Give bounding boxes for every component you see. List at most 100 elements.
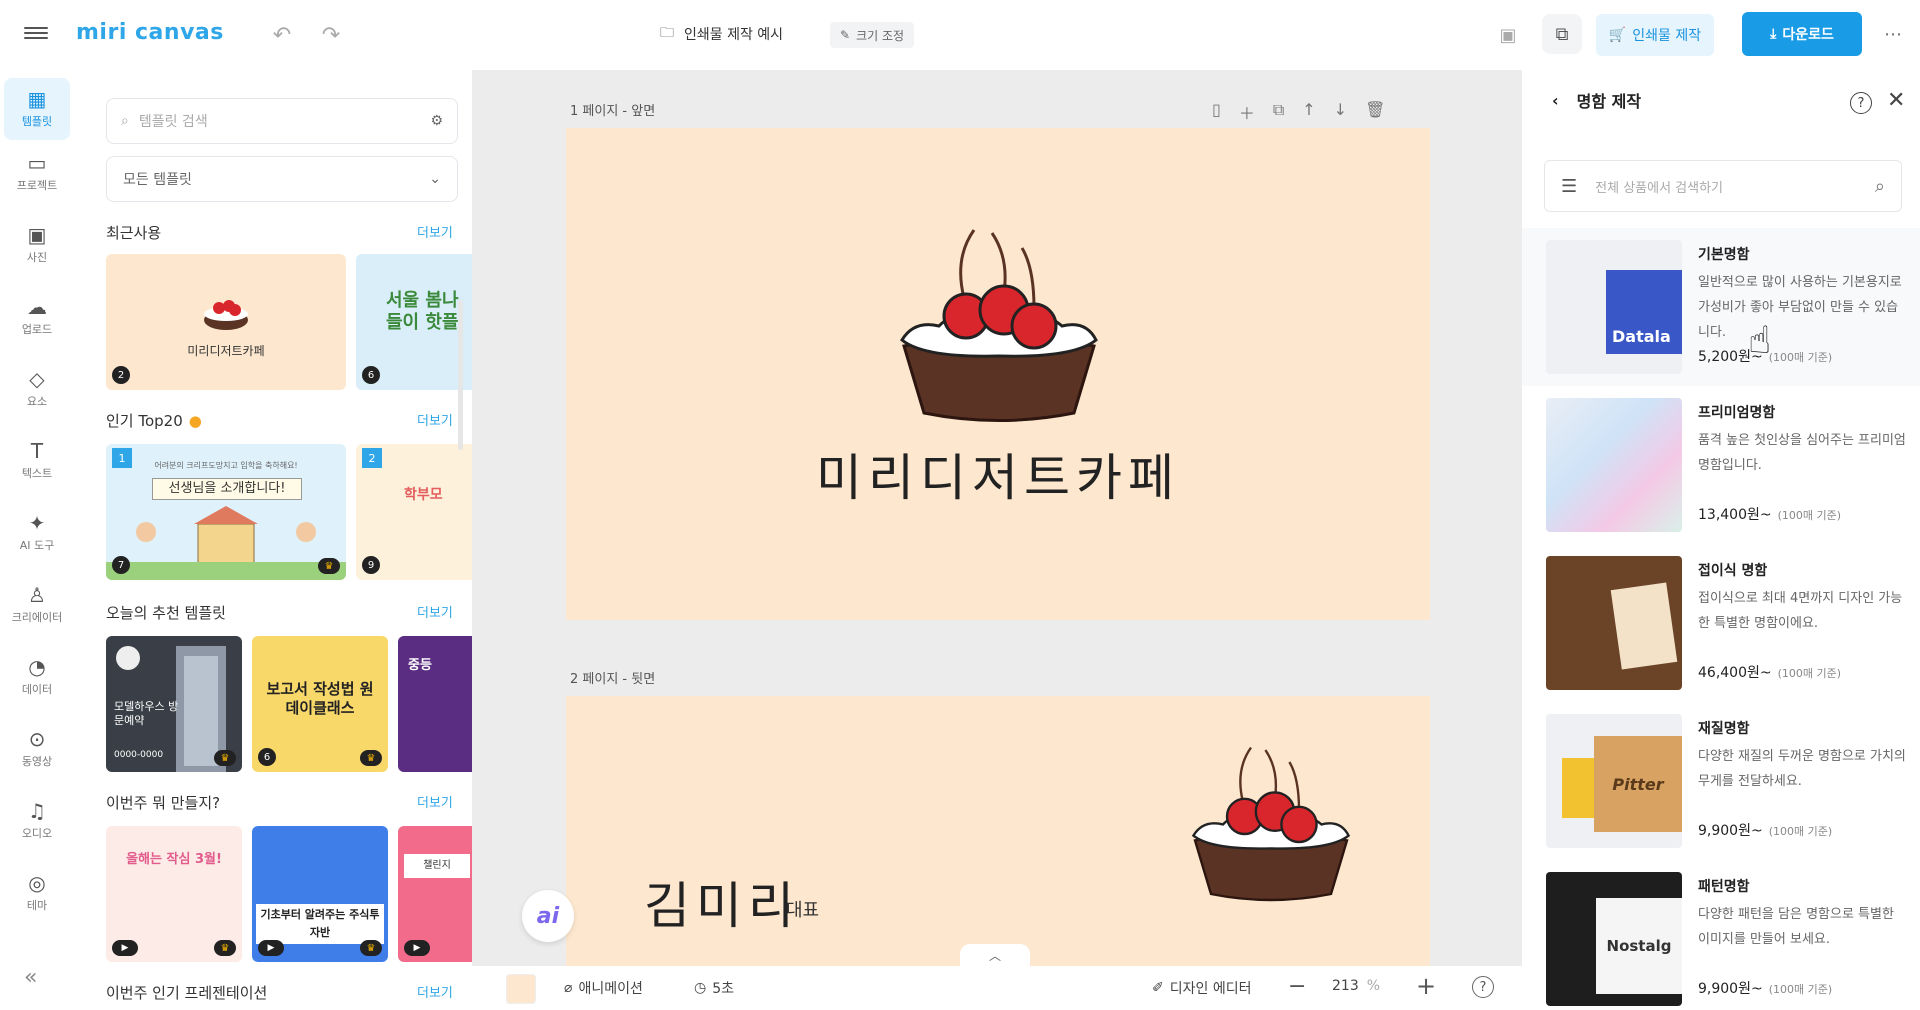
template-card[interactable]: 올해는 작심 3월! ▶ ♛ (106, 826, 242, 962)
product-name: 프리미엄명함 (1698, 405, 1776, 421)
duration-button[interactable]: ◷ 5초 (694, 978, 734, 998)
rail-item-photos[interactable]: ▣ 사진 (4, 214, 70, 276)
more-link[interactable]: 더보기 (417, 982, 453, 1001)
collapse-panel-icon[interactable]: « (24, 965, 37, 990)
redo-icon[interactable]: ↷ (317, 22, 345, 48)
product-search-input[interactable]: ☰ 전체 상품에서 검색하기 ⌕ (1544, 160, 1902, 212)
template-card[interactable]: 서울 봄나들이 핫플 6 (356, 254, 472, 390)
app-logo[interactable]: miri canvas (76, 20, 224, 45)
list-icon[interactable]: ☰ (1561, 176, 1577, 197)
page-label: 1 페이지 - 앞면 (570, 104, 656, 119)
chevron-up-icon[interactable]: ︿ (960, 944, 1030, 966)
more-icon[interactable]: ⋯ (1880, 22, 1906, 46)
download-label: 다운로드 (1782, 27, 1834, 43)
arrow-up-icon[interactable]: ↑ (1302, 100, 1315, 124)
rail-item-text[interactable]: T 텍스트 (4, 430, 70, 492)
sparkle-icon: ✦ (28, 511, 46, 535)
rail-item-projects[interactable]: ▭ 프로젝트 (4, 142, 70, 204)
product-item[interactable]: Datala 기본명함 일반적으로 많이 사용하는 기본용지로 가성비가 좋아 … (1522, 228, 1920, 386)
more-link[interactable]: 더보기 (417, 602, 453, 621)
rail-item-upload[interactable]: ☁ 업로드 (4, 286, 70, 348)
help-icon[interactable]: ? (1472, 976, 1494, 998)
rail-item-templates[interactable]: ▦ 템플릿 (4, 78, 70, 140)
price-value: 13,400원~ (1698, 507, 1772, 523)
share-button[interactable]: ⧉ (1542, 14, 1582, 54)
cake-thumbnail (204, 300, 248, 330)
design-editor-button[interactable]: ✐ 디자인 에디터 (1152, 978, 1251, 998)
page-front[interactable]: 미리디저트카페 (566, 128, 1430, 620)
template-filter-select[interactable]: 모든 템플릿 ⌄ (106, 156, 458, 202)
product-item[interactable]: Pitter 재질명함 다양한 재질의 두꺼운 명함으로 가치의 무게를 전달하… (1522, 702, 1920, 860)
zoom-input[interactable]: 213 % (1332, 978, 1380, 994)
undo-icon[interactable]: ↶ (268, 22, 296, 48)
download-button[interactable]: ⤓ 다운로드 (1742, 12, 1862, 56)
template-card[interactable]: 2 학부모 9 (356, 444, 472, 580)
more-link[interactable]: 더보기 (417, 222, 453, 241)
zoom-in-button[interactable]: + (1416, 972, 1436, 1000)
rail-item-ai-tools[interactable]: ✦ AI 도구 (4, 502, 70, 564)
rail-item-creator[interactable]: ♙ 크리에이터 (4, 574, 70, 636)
product-item[interactable]: Nostalg 패턴명함 다양한 패턴을 담은 명함으로 특별한 이미지를 만들… (1522, 860, 1920, 1010)
template-card[interactable]: 챌린지 ▶ (398, 826, 472, 962)
name-text[interactable]: 김미리 (644, 866, 800, 938)
rail-label: 테마 (26, 899, 48, 912)
page-toolbar: ▯ ＋ ⧉ ↑ ↓ 🗑 (1212, 100, 1385, 124)
background-color-swatch[interactable] (506, 974, 536, 1004)
template-card[interactable]: 중등 (398, 636, 472, 772)
bottom-bar: ⌀ 애니메이션 ◷ 5초 ✐ 디자인 에디터 − 213 % + ? (472, 966, 1522, 1010)
animation-button[interactable]: ⌀ 애니메이션 (564, 978, 643, 998)
chart-icon: ◔ (28, 655, 46, 679)
zoom-out-button[interactable]: − (1288, 974, 1306, 999)
product-item[interactable]: 프리미엄명함 품격 높은 첫인상을 심어주는 프리미엄 명함입니다. 13,40… (1522, 386, 1920, 544)
filter-icon[interactable]: ⚙ (430, 113, 443, 129)
template-card[interactable]: 모델하우스 방문예약 0000-0000 ♛ (106, 636, 242, 772)
product-name: 패턴명함 (1698, 879, 1750, 895)
product-price: 46,400원~ (100매 기준) (1698, 662, 1841, 682)
rail-label: AI 도구 (19, 539, 55, 552)
menu-icon[interactable] (24, 24, 48, 44)
save-icon[interactable]: ▣ (1495, 22, 1521, 48)
template-card[interactable]: 보고서 작성법 원데이클래스 6 ♛ (252, 636, 388, 772)
card-small-text: 0000-0000 (114, 750, 164, 760)
duplicate-icon[interactable]: ⧉ (1273, 100, 1284, 124)
template-card[interactable]: 1 어려분의 크리프도망지고 입학을 축하해요! 선생님을 소개합니다! 7 ♛ (106, 444, 346, 580)
ai-assistant-button[interactable]: ai (522, 890, 574, 942)
back-icon[interactable]: ‹ (1552, 91, 1559, 110)
badge-count: 6 (362, 366, 380, 384)
animation-icon: ⌀ (564, 980, 573, 996)
resize-button[interactable]: ✎ 크기 조정 (830, 22, 915, 48)
template-card[interactable]: 기초부터 알려주는 주식투자반 ▶ ♛ (252, 826, 388, 962)
print-order-button[interactable]: 🛒 인쇄물 제작 (1596, 14, 1714, 56)
product-item[interactable]: 접이식 명함 접이식으로 최대 4면까지 디자인 가능한 특별한 명함이에요. … (1522, 544, 1920, 702)
page-title-text[interactable]: 미리디저트카페 (566, 438, 1430, 510)
product-name: 기본명함 (1698, 247, 1750, 263)
rail-item-audio[interactable]: ♫ 오디오 (4, 790, 70, 852)
rail-item-video[interactable]: ⊙ 동영상 (4, 718, 70, 780)
document-title[interactable]: 🗀 인쇄물 제작 예시 (660, 22, 783, 46)
rail-item-data[interactable]: ◔ 데이터 (4, 646, 70, 708)
rail-item-theme[interactable]: ◎ 테마 (4, 862, 70, 924)
add-page-icon[interactable]: ▯ (1212, 100, 1221, 124)
help-icon[interactable]: ? (1850, 92, 1872, 114)
rail-item-elements[interactable]: ◇ 요소 (4, 358, 70, 420)
more-link[interactable]: 더보기 (417, 410, 453, 429)
more-link[interactable]: 더보기 (417, 792, 453, 811)
close-icon[interactable]: ✕ (1887, 88, 1905, 113)
product-image (1546, 398, 1682, 532)
trash-icon[interactable]: 🗑 (1365, 100, 1385, 124)
panel-scrollbar[interactable] (458, 300, 463, 450)
rail-label: 동영상 (21, 755, 53, 768)
price-note: (100매 기준) (1777, 667, 1842, 680)
template-search-input[interactable]: ⌕ 템플릿 검색 ⚙ (106, 98, 458, 144)
search-icon[interactable]: ⌕ (1875, 176, 1885, 197)
template-card[interactable]: 미리디저트카페 2 (106, 254, 346, 390)
card-text: 챌린지 (404, 854, 470, 878)
price-value: 46,400원~ (1698, 665, 1772, 681)
music-note-icon: ♫ (28, 799, 46, 823)
chevron-down-icon: ⌄ (429, 171, 441, 187)
play-icon: ▶ (404, 940, 430, 956)
arrow-down-icon[interactable]: ↓ (1334, 100, 1347, 124)
plus-icon[interactable]: ＋ (1239, 100, 1255, 124)
duration-label: 5초 (712, 981, 735, 997)
role-text[interactable]: 대표 (786, 896, 819, 922)
